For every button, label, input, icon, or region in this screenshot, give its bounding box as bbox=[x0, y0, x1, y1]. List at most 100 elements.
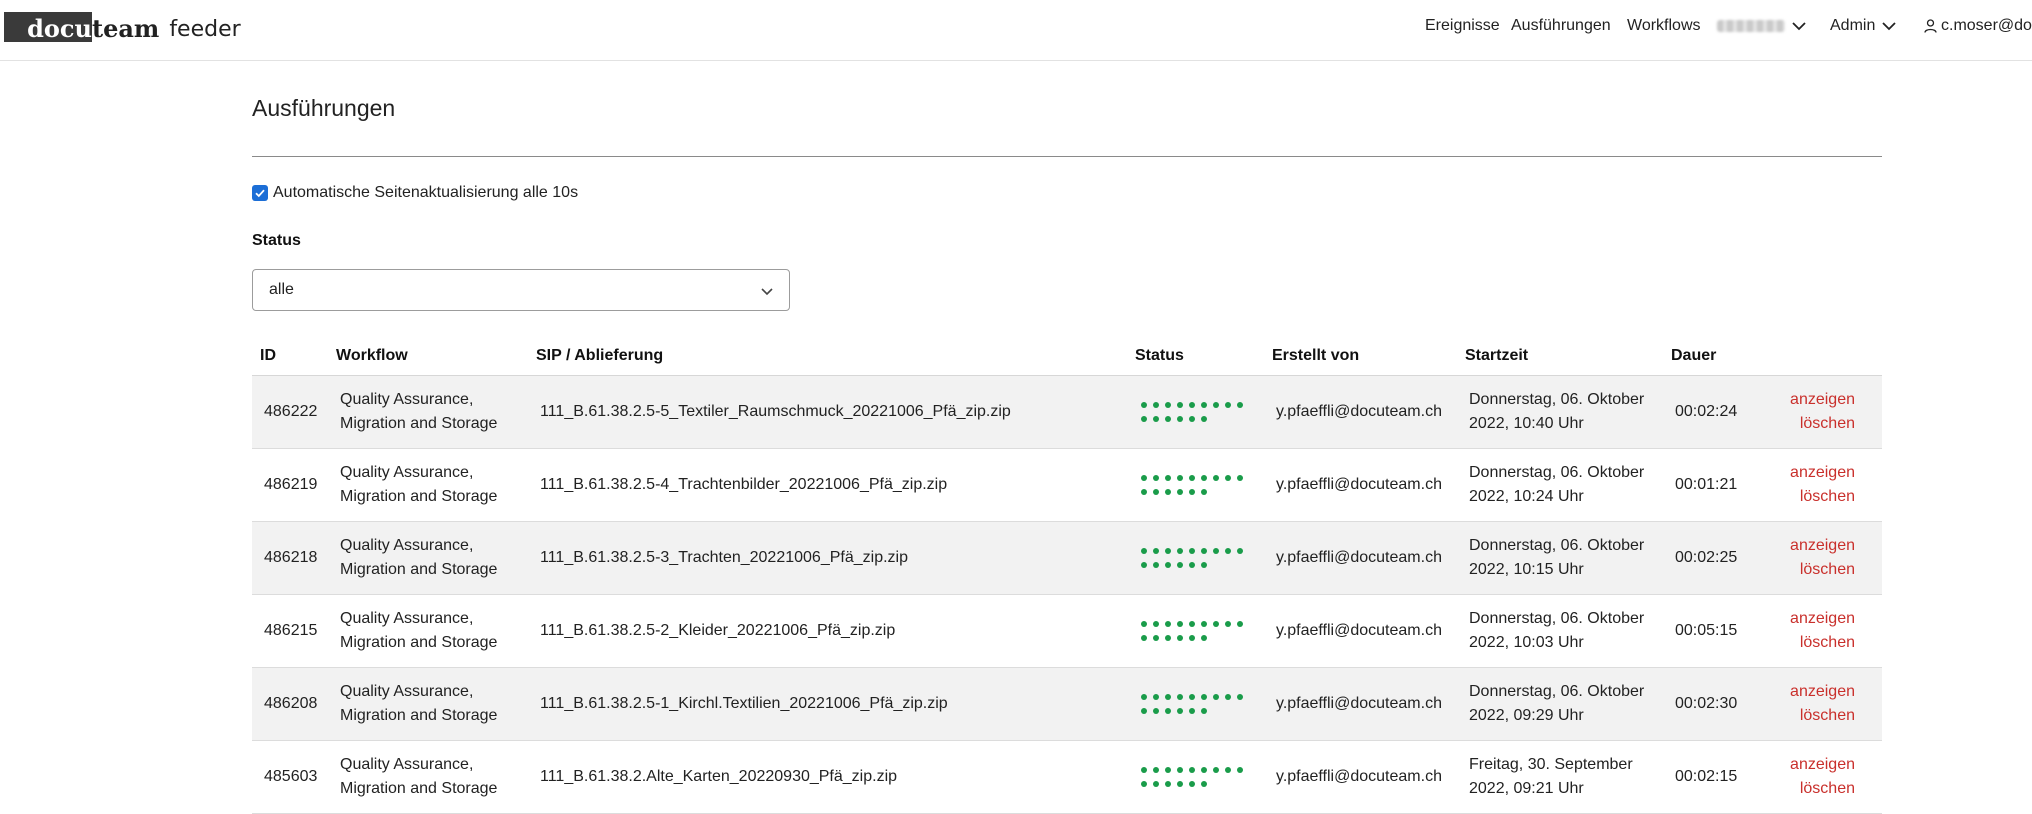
status-step-dot bbox=[1237, 694, 1243, 700]
status-step-dot bbox=[1213, 694, 1219, 700]
show-link[interactable]: anzeigen bbox=[1790, 461, 1855, 485]
delete-link[interactable]: löschen bbox=[1790, 631, 1855, 655]
nav-ereignisse[interactable]: Ereignisse bbox=[1425, 0, 1500, 52]
delete-link[interactable]: löschen bbox=[1790, 704, 1855, 728]
nav-admin-dropdown[interactable]: Admin bbox=[1830, 0, 1897, 52]
status-step-dot bbox=[1153, 767, 1159, 773]
row-created-by: y.pfaeffli@docuteam.ch bbox=[1276, 549, 1442, 566]
show-link[interactable]: anzeigen bbox=[1790, 534, 1855, 558]
row-duration: 00:01:21 bbox=[1675, 476, 1738, 493]
brand-logo[interactable]: docu team feeder bbox=[4, 12, 241, 42]
row-start-line2: 2022, 10:24 Uhr bbox=[1469, 488, 1584, 505]
table-row: 486208 Quality Assurance, Migration and St… bbox=[252, 668, 1882, 741]
status-step-dot bbox=[1213, 621, 1219, 627]
row-start-time: Donnerstag, 06. Oktober 2022, 10:15 Uhr bbox=[1469, 534, 1644, 582]
row-status-dots[interactable] bbox=[1141, 621, 1243, 641]
status-step-dot bbox=[1153, 402, 1159, 408]
row-id: 486222 bbox=[264, 403, 318, 420]
status-step-dot bbox=[1189, 781, 1195, 787]
row-workflow-line2: Migration and Storage bbox=[340, 561, 498, 578]
show-link[interactable]: anzeigen bbox=[1790, 607, 1855, 631]
status-step-dot bbox=[1189, 416, 1195, 422]
delete-link[interactable]: löschen bbox=[1790, 777, 1855, 801]
status-filter-select[interactable]: alle bbox=[252, 269, 790, 311]
status-step-dot bbox=[1153, 562, 1159, 568]
row-start-line1: Donnerstag, 06. Oktober bbox=[1469, 464, 1645, 481]
row-workflow: Quality Assurance, Migration and Storage bbox=[340, 388, 497, 436]
nav-user[interactable]: c.moser@do bbox=[1924, 0, 2032, 52]
row-actions: anzeigen löschen bbox=[1790, 680, 1855, 728]
status-step-dot bbox=[1141, 708, 1147, 714]
delete-link[interactable]: löschen bbox=[1790, 558, 1855, 582]
status-step-dot bbox=[1153, 694, 1159, 700]
row-sip: 111_B.61.38.2.5-1_Kirchl.Textilien_20221… bbox=[540, 695, 948, 712]
row-status-dots[interactable] bbox=[1141, 402, 1243, 422]
status-step-dot bbox=[1201, 548, 1207, 554]
row-start-line2: 2022, 09:29 Uhr bbox=[1469, 707, 1584, 724]
status-step-dot bbox=[1237, 621, 1243, 627]
status-step-dot bbox=[1165, 489, 1171, 495]
status-step-dot bbox=[1177, 621, 1183, 627]
row-status-dots[interactable] bbox=[1141, 548, 1243, 568]
status-step-dot bbox=[1141, 489, 1147, 495]
row-start-time: Donnerstag, 06. Oktober 2022, 10:40 Uhr bbox=[1469, 388, 1644, 436]
status-step-dot bbox=[1189, 475, 1195, 481]
row-start-time: Donnerstag, 06. Oktober 2022, 10:03 Uhr bbox=[1469, 607, 1644, 655]
row-workflow-line1: Quality Assurance, bbox=[340, 464, 474, 481]
status-step-dot bbox=[1165, 694, 1171, 700]
show-link[interactable]: anzeigen bbox=[1790, 680, 1855, 704]
status-step-dot bbox=[1189, 402, 1195, 408]
row-start-line1: Donnerstag, 06. Oktober bbox=[1469, 610, 1645, 627]
table-header: ID Workflow SIP / Ablieferung Status Ers… bbox=[252, 338, 1882, 376]
row-id: 486208 bbox=[264, 695, 318, 712]
row-sip: 111_B.61.38.2.5-3_Trachten_20221006_Pfä_… bbox=[540, 549, 908, 566]
status-step-dot bbox=[1141, 402, 1147, 408]
row-start-time: Freitag, 30. September 2022, 09:21 Uhr bbox=[1469, 753, 1633, 801]
status-step-dot bbox=[1153, 635, 1159, 641]
status-step-dot bbox=[1237, 402, 1243, 408]
row-id: 486218 bbox=[264, 549, 318, 566]
show-link[interactable]: anzeigen bbox=[1790, 753, 1855, 777]
status-filter-label: Status bbox=[252, 232, 301, 249]
status-step-dot bbox=[1177, 562, 1183, 568]
row-start-line2: 2022, 10:03 Uhr bbox=[1469, 634, 1584, 651]
status-step-dot bbox=[1177, 635, 1183, 641]
status-step-dot bbox=[1237, 548, 1243, 554]
status-step-dot bbox=[1141, 767, 1147, 773]
delete-link[interactable]: löschen bbox=[1790, 485, 1855, 509]
nav-ausfuehrungen[interactable]: Ausführungen bbox=[1511, 0, 1611, 52]
status-step-dot bbox=[1153, 548, 1159, 554]
table-body: 486222 Quality Assurance, Migration and St… bbox=[252, 376, 1882, 814]
row-workflow-line2: Migration and Storage bbox=[340, 707, 498, 724]
row-sip: 111_B.61.38.2.5-2_Kleider_20221006_Pfä_z… bbox=[540, 622, 896, 639]
status-step-dot bbox=[1165, 767, 1171, 773]
delete-link[interactable]: löschen bbox=[1790, 412, 1855, 436]
row-start-line1: Donnerstag, 06. Oktober bbox=[1469, 683, 1645, 700]
executions-table: ID Workflow SIP / Ablieferung Status Ers… bbox=[252, 338, 1882, 814]
status-step-dot bbox=[1201, 708, 1207, 714]
row-start-line2: 2022, 10:15 Uhr bbox=[1469, 561, 1584, 578]
row-start-line2: 2022, 10:40 Uhr bbox=[1469, 415, 1584, 432]
row-start-time: Donnerstag, 06. Oktober 2022, 09:29 Uhr bbox=[1469, 680, 1644, 728]
nav-account-dropdown[interactable] bbox=[1717, 0, 1807, 52]
row-created-by: y.pfaeffli@docuteam.ch bbox=[1276, 695, 1442, 712]
row-status-dots[interactable] bbox=[1141, 694, 1243, 714]
row-sip: 111_B.61.38.2.5-4_Trachtenbilder_2022100… bbox=[540, 476, 948, 493]
status-step-dot bbox=[1225, 475, 1231, 481]
auto-refresh-checkbox[interactable] bbox=[252, 185, 268, 201]
row-start-line2: 2022, 09:21 Uhr bbox=[1469, 780, 1584, 797]
row-workflow-line2: Migration and Storage bbox=[340, 780, 498, 797]
auto-refresh-toggle[interactable]: Automatische Seitenaktualisierung alle 1… bbox=[252, 184, 578, 202]
chevron-down-icon bbox=[761, 288, 773, 296]
status-step-dot bbox=[1177, 708, 1183, 714]
status-step-dot bbox=[1201, 621, 1207, 627]
row-status-dots[interactable] bbox=[1141, 475, 1243, 495]
nav-workflows[interactable]: Workflows bbox=[1627, 0, 1701, 52]
col-workflow: Workflow bbox=[336, 347, 408, 364]
status-step-dot bbox=[1141, 548, 1147, 554]
status-step-dot bbox=[1177, 694, 1183, 700]
status-step-dot bbox=[1189, 635, 1195, 641]
show-link[interactable]: anzeigen bbox=[1790, 388, 1855, 412]
row-status-dots[interactable] bbox=[1141, 767, 1243, 787]
title-divider bbox=[252, 156, 1882, 157]
